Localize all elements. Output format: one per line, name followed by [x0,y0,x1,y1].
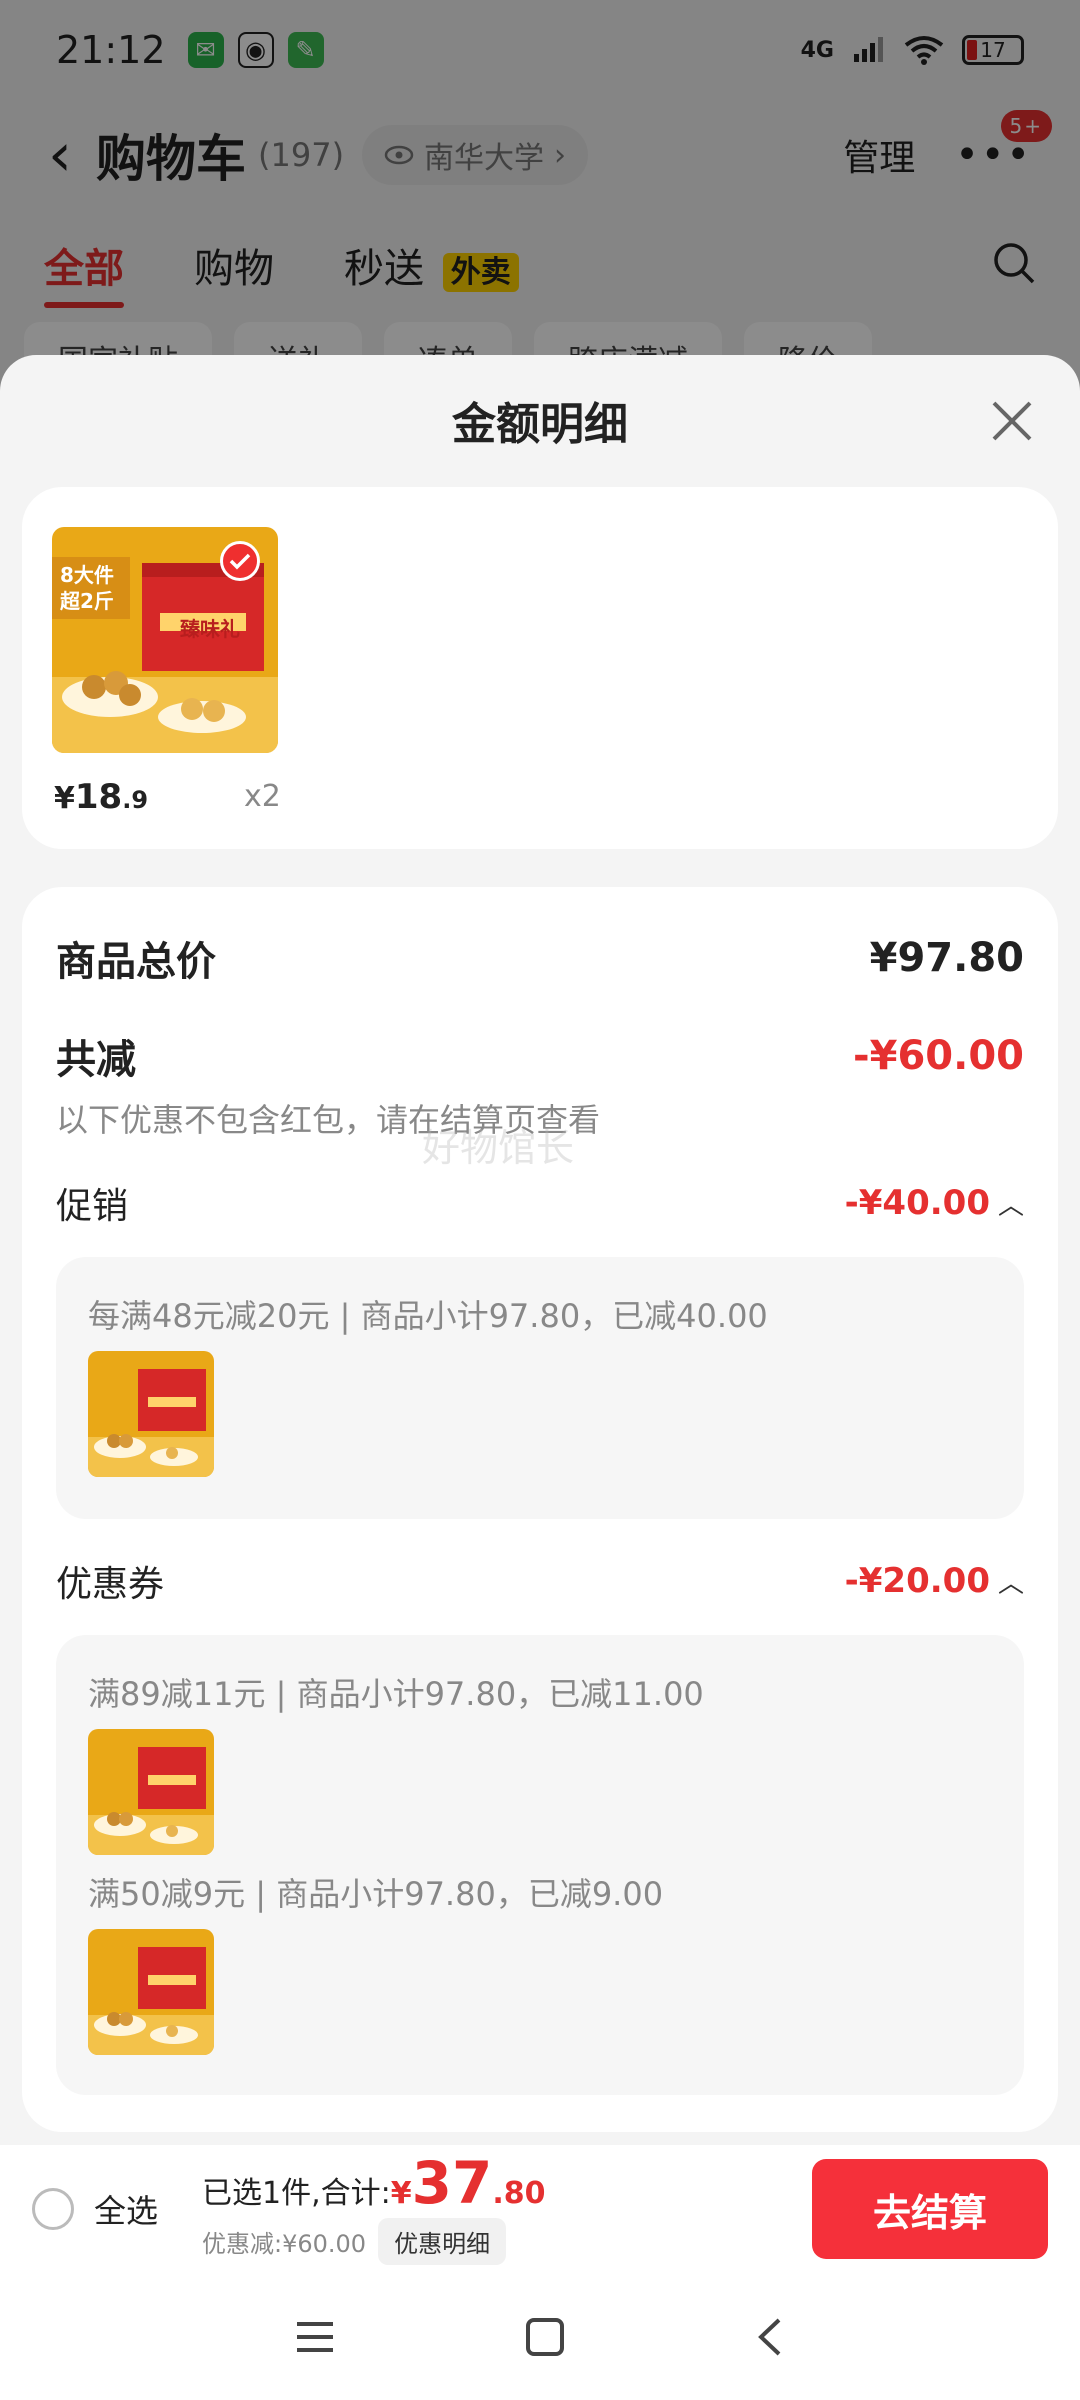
select-all-checkbox[interactable] [32,2188,74,2230]
sheet-title: 金额明细 [452,399,628,450]
network-type: 4G [800,37,834,63]
wifi-icon [904,36,944,65]
price-detail-card: 商品总价 ¥97.80 共减 -¥60.00 以下优惠不包含红包，请在结算页查看… [22,887,1058,2132]
saved-amount: 优惠减:¥60.00 [202,2229,367,2258]
total-symbol: ¥ [390,2175,412,2211]
saved-line: 优惠减:¥60.00 优惠明细 [202,2217,545,2265]
coupon-detail-box: 满89减11元 | 商品小计97.80，已减11.00 满50减9元 | 商品小… [56,1635,1024,2095]
product-image[interactable]: 8大件 超2斤 臻味礼 [52,527,278,753]
cart-header: ‹ 购物车 (197) 南华大学 › 管理 ••• 5+ [0,110,1080,200]
cart-count: (197) [258,136,345,174]
home-icon[interactable] [525,2317,565,2357]
coupon-label: 优惠券 [56,1564,165,1605]
promotion-rule: 每满48元减20元 | 商品小计97.80，已减40.00 [88,1297,768,1335]
search-button[interactable] [992,241,1036,289]
manage-button[interactable]: 管理 [843,129,915,181]
tab-express-label: 秒送 [344,246,424,292]
checkout-bar: 全选 已选1件,合计: ¥ 37 .80 优惠减:¥60.00 优惠明细 去结算 [0,2145,1080,2273]
tab-express[interactable]: 秒送 外卖 [344,236,519,294]
coupon-item-thumb-1[interactable] [88,1729,214,1855]
chevron-up-icon[interactable]: ︿ [998,1185,1024,1222]
message-badge: 5+ [1000,110,1052,142]
promotion-value: -¥40.00 ︿ [845,1183,1024,1223]
selected-check-icon [220,541,260,581]
chevron-up-icon[interactable]: ︿ [998,1563,1024,1600]
sheet-header: 金额明细 [0,355,1080,485]
product-card: 8大件 超2斤 臻味礼 ¥18.9 x2 [22,487,1058,849]
coupon-rule-2: 满50减9元 | 商品小计97.80，已减9.00 [88,1875,664,1913]
product-quantity: x2 [244,779,281,814]
discount-detail-button[interactable]: 优惠明细 [378,2217,507,2265]
cart-tabs: 全部 购物 秒送 外卖 [0,225,1080,308]
discount-label: 共减 [56,1037,136,1083]
selected-count-text: 已选1件,合计: [202,2175,391,2211]
amount-detail-sheet: 金额明细 8大件 超2斤 臻味礼 ¥18.9 x2 商品总价 ¥97.80 共减… [0,355,1080,2145]
battery-icon: 17 [962,35,1024,65]
tool-icon: ✎ [287,32,324,68]
location-label: 南华大学 [424,141,545,176]
more-menu-button[interactable]: ••• 5+ [955,110,1052,178]
price-fraction: .9 [122,786,149,814]
system-nav-bar [0,2273,1080,2400]
coupon-item-thumb-2[interactable] [88,1929,214,2055]
total-price-row: 商品总价 ¥97.80 [56,929,1024,987]
page-title: 购物车 [96,130,246,188]
discount-value: -¥60.00 [853,1033,1024,1079]
promotion-amount: -¥40.00 [844,1183,990,1223]
gift-box-thumb [88,1929,214,2055]
thumb-caption-2: 超2斤 [60,589,114,613]
total-decimal: .80 [492,2175,546,2211]
location-pill[interactable]: 南华大学 › [362,125,589,185]
signal-icon [854,37,883,62]
wechat-icon: ✉ [187,32,224,68]
gift-box-thumb [88,1729,214,1855]
promotion-row[interactable]: 促销 -¥40.00 ︿ [56,1177,1024,1229]
status-time: 21:12 [56,28,166,72]
selected-total: 已选1件,合计: ¥ 37 .80 [202,2154,545,2212]
search-icon [994,243,1035,284]
total-price-value: ¥97.80 [869,935,1024,981]
product-price: ¥18.9 [54,777,148,817]
chevron-right-icon: › [554,137,567,173]
promotion-label: 促销 [56,1186,129,1227]
price-integer: 18 [74,777,123,817]
thumb-caption-1: 8大件 [60,563,114,587]
qq-icon: ◉ [237,32,274,68]
coupon-row[interactable]: 优惠券 -¥20.00 ︿ [56,1555,1024,1607]
box-label: 臻味礼 [180,617,240,641]
total-price-label: 商品总价 [56,939,216,985]
promotion-detail-box: 每满48元减20元 | 商品小计97.80，已减40.00 [56,1257,1024,1519]
total-integer: 37 [411,2148,493,2217]
menu-icon[interactable] [295,2320,335,2354]
coupon-rule-1: 满89减11元 | 商品小计97.80，已减11.00 [88,1675,704,1713]
discount-row: 共减 -¥60.00 [56,1027,1024,1085]
tab-shopping[interactable]: 购物 [194,236,274,294]
takeout-badge: 外卖 [442,253,519,292]
status-bar: 21:12 ✉ ◉ ✎ 4G 17 [0,0,1080,100]
cart-page-background: 21:12 ✉ ◉ ✎ 4G 17 ‹ 购物车 (197) 南华大学 › 管理 … [0,0,1080,400]
checkout-button[interactable]: 去结算 [812,2159,1048,2259]
close-icon[interactable] [984,393,1040,449]
watermark: 好物馆长 [422,1126,575,1170]
price-symbol: ¥ [54,781,75,816]
gift-box-thumb [88,1351,214,1477]
tab-all[interactable]: 全部 [44,236,124,308]
select-all-label[interactable]: 全选 [94,2186,158,2232]
coupon-amount: -¥20.00 [844,1561,990,1601]
coupon-value: -¥20.00 ︿ [845,1561,1024,1601]
battery-level: 17 [980,38,1006,62]
back-icon[interactable]: ‹ [48,125,72,185]
promotion-item-thumb[interactable] [88,1351,214,1477]
eye-icon [384,145,414,165]
back-nav-icon[interactable] [755,2317,785,2357]
order-summary: 已选1件,合计: ¥ 37 .80 优惠减:¥60.00 优惠明细 [202,2154,546,2265]
